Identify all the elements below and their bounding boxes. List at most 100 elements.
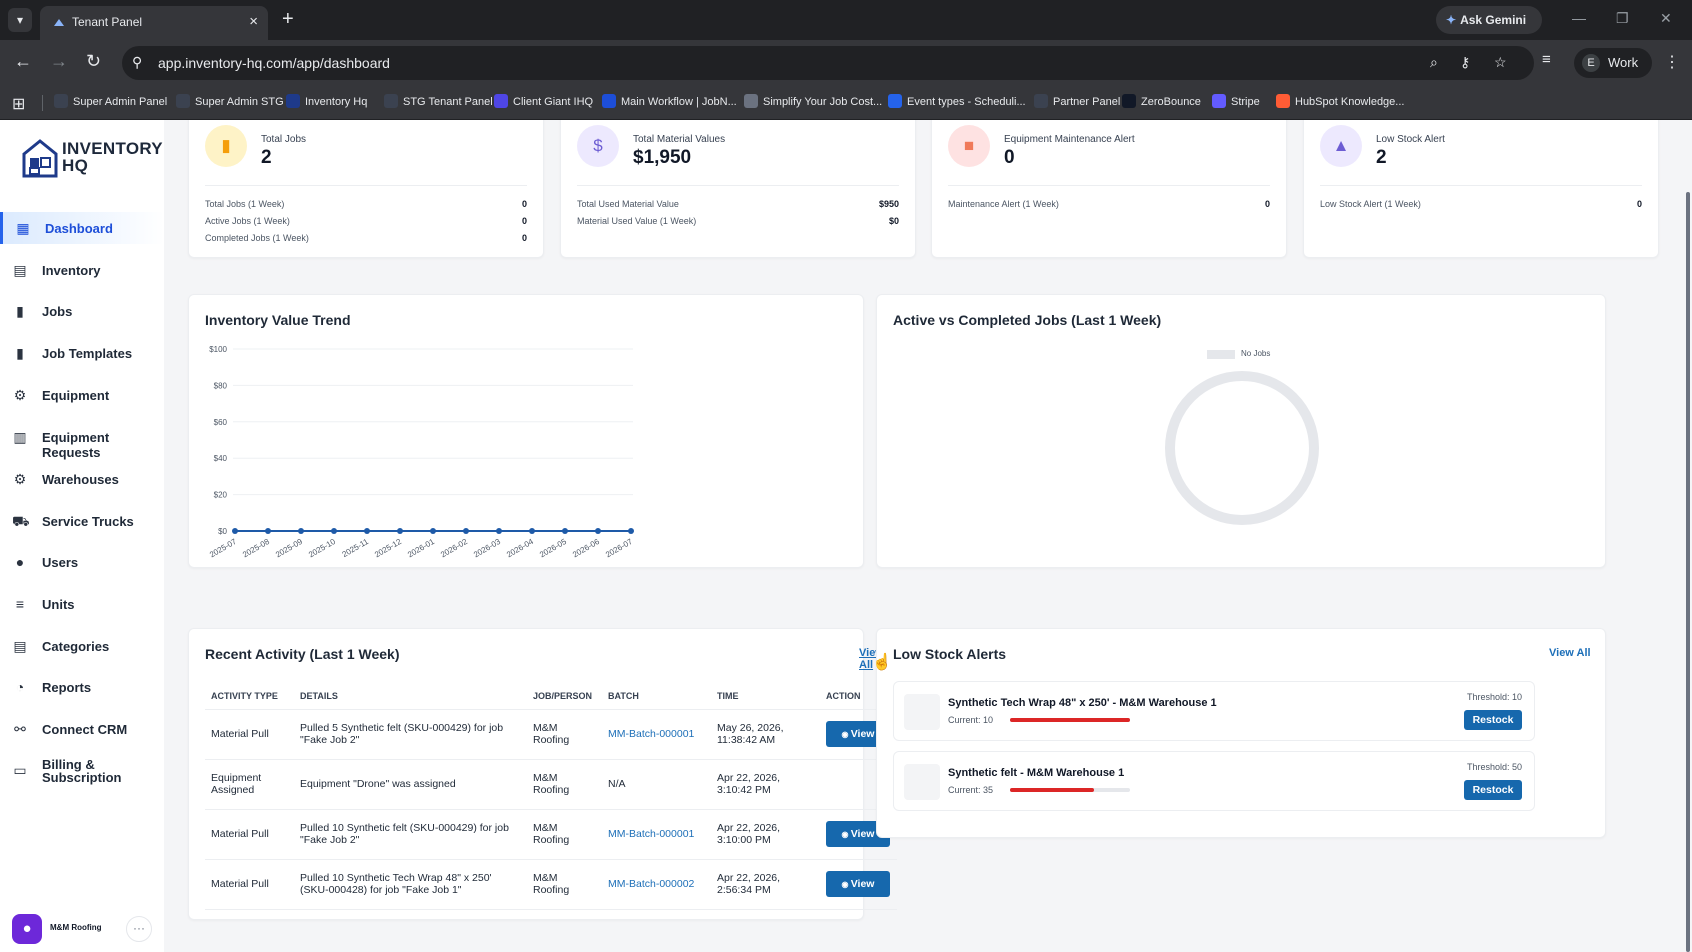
browser-tab-active[interactable]: Tenant Panel ×	[40, 6, 268, 40]
trend-point[interactable]	[298, 528, 304, 534]
trend-point[interactable]	[397, 528, 403, 534]
bookmark-favicon-icon	[1034, 94, 1048, 108]
trend-point[interactable]	[265, 528, 271, 534]
trend-point[interactable]	[232, 528, 238, 534]
bookmark-favicon-icon	[602, 94, 616, 108]
reading-list-icon[interactable]: ≡	[1542, 51, 1551, 68]
sidebar-item-warehouses[interactable]: ⚙ Warehouses	[0, 463, 164, 495]
bookmark-item[interactable]: Main Workflow | JobN...	[602, 94, 737, 108]
trend-point[interactable]	[529, 528, 535, 534]
warning-icon: ▲	[1320, 125, 1362, 167]
sidebar-item-label: Equipment Requests	[42, 430, 110, 460]
dollar-icon: $	[577, 125, 619, 167]
column-header: JOB/PERSON	[527, 683, 602, 710]
sidebar-item-job-templates[interactable]: ▮ Job Templates	[0, 337, 164, 369]
sidebar-item-jobs[interactable]: ▮ Jobs	[0, 295, 164, 327]
bookmark-star-icon[interactable]: ☆	[1494, 54, 1507, 71]
restore-icon[interactable]: ❐	[1616, 10, 1629, 27]
activity-title: Recent Activity (Last 1 Week)	[205, 646, 400, 662]
trend-point[interactable]	[364, 528, 370, 534]
bookmark-item[interactable]: Inventory Hq	[286, 94, 367, 108]
reload-icon[interactable]: ↻	[86, 51, 101, 72]
page-scrollbar[interactable]	[1686, 192, 1690, 952]
user-more-button[interactable]: ···	[126, 916, 152, 942]
stat-divider	[205, 185, 527, 186]
password-key-icon[interactable]: ⚷	[1460, 54, 1470, 71]
trend-point[interactable]	[628, 528, 634, 534]
bookmark-item[interactable]: HubSpot Knowledge...	[1276, 94, 1404, 108]
tab-search-button[interactable]: ▾	[8, 8, 32, 32]
view-button[interactable]: ◉ View	[826, 871, 890, 897]
sidebar-item-categories[interactable]: ▤ Categories	[0, 630, 164, 662]
stat-value: 0	[1004, 147, 1015, 168]
sidebar-item-connect-crm[interactable]: ⚯ Connect CRM	[0, 713, 164, 745]
profile-name: Work	[1608, 55, 1639, 70]
stat-card: $ Total Material Values $1,950 Total Used M…	[560, 120, 916, 258]
batch-cell[interactable]: MM-Batch-000001	[602, 809, 711, 860]
trend-point[interactable]	[595, 528, 601, 534]
low-stock-view-all-link[interactable]: View All	[1549, 647, 1591, 659]
batch-cell[interactable]: MM-Batch-000001	[602, 709, 711, 760]
crm-icon: ⚯	[14, 721, 26, 737]
tab-close-icon[interactable]: ×	[249, 13, 258, 30]
address-bar[interactable]: ⚲ app.inventory-hq.com/app/dashboard ⌕ ⚷…	[122, 46, 1534, 80]
browser-menu-icon[interactable]: ⋮	[1664, 52, 1680, 72]
trend-point[interactable]	[562, 528, 568, 534]
restock-button[interactable]: Restock	[1464, 710, 1522, 730]
recent-activity-card: Recent Activity (Last 1 Week) View All A…	[188, 628, 897, 920]
sidebar-item-units[interactable]: ≡ Units	[0, 588, 164, 620]
product-thumbnail	[904, 764, 940, 800]
trend-point[interactable]	[463, 528, 469, 534]
bookmark-item[interactable]: Super Admin Panel	[54, 94, 167, 108]
sidebar-item-equipment[interactable]: ⚙ Equipment	[0, 379, 164, 411]
x-tick-label: 2026-04	[505, 537, 535, 560]
sidebar-item-label: Dashboard	[45, 221, 113, 236]
site-info-icon[interactable]: ⚲	[132, 54, 142, 71]
sidebar-item-inventory[interactable]: ▤ Inventory	[0, 254, 164, 286]
bookmark-item[interactable]: ZeroBounce	[1122, 94, 1201, 108]
table-row: Equipment Assigned Equipment "Drone" was …	[205, 759, 897, 810]
minimize-icon[interactable]: —	[1572, 10, 1586, 26]
profile-button[interactable]: E Work	[1574, 48, 1652, 78]
batch-cell[interactable]: MM-Batch-000002	[602, 859, 711, 910]
stat-value: 2	[261, 147, 272, 168]
forward-icon[interactable]: →	[50, 51, 68, 72]
sidebar-item-reports[interactable]: ◔ Reports	[0, 671, 164, 703]
restock-button[interactable]: Restock	[1464, 780, 1522, 800]
low-stock-current: Current: 10	[948, 715, 994, 725]
back-icon[interactable]: ←	[14, 51, 32, 72]
x-tick-label: 2025-12	[373, 537, 403, 560]
trend-point[interactable]	[331, 528, 337, 534]
donut-ring[interactable]	[1165, 371, 1319, 525]
x-tick-label: 2026-05	[538, 537, 568, 560]
close-window-icon[interactable]: ✕	[1660, 10, 1672, 27]
sidebar-item-billing-subscription[interactable]: ▭ Billing & Subscription	[0, 754, 164, 794]
sidebar-item-users[interactable]: ● Users	[0, 546, 164, 578]
apps-grid-icon[interactable]: ⊞	[12, 94, 25, 114]
url-text[interactable]: app.inventory-hq.com/app/dashboard	[158, 55, 390, 71]
bookmark-item[interactable]: Client Giant IHQ	[494, 94, 593, 108]
pie-legend-label[interactable]: No Jobs	[1241, 349, 1270, 358]
sidebar-item-service-trucks[interactable]: ⛟ Service Trucks	[0, 505, 164, 537]
new-tab-icon[interactable]: +	[282, 8, 294, 30]
bookmark-item[interactable]: STG Tenant Panel	[384, 94, 493, 108]
table-row: Material Pull Pulled 5 Synthetic felt (SK…	[205, 709, 897, 760]
bookmark-item[interactable]: Super Admin STG	[176, 94, 284, 108]
batch-cell: N/A	[602, 759, 711, 810]
ask-gemini-button[interactable]: ✦ Ask Gemini	[1436, 6, 1542, 34]
bookmark-item[interactable]: Event types - Scheduli...	[888, 94, 1026, 108]
x-tick-label: 2025-11	[341, 537, 371, 559]
user-profile[interactable]: ● M&M Roofing ···	[12, 912, 152, 946]
zoom-icon[interactable]: ⌕	[1430, 54, 1438, 71]
bookmark-item[interactable]: Partner Panel	[1034, 94, 1120, 108]
bookmark-item[interactable]: Simplify Your Job Cost...	[744, 94, 882, 108]
sidebar-item-dashboard[interactable]: ▦ Dashboard	[0, 212, 164, 244]
trend-point[interactable]	[496, 528, 502, 534]
trend-point[interactable]	[430, 528, 436, 534]
bookmark-item[interactable]: Stripe	[1212, 94, 1260, 108]
inventory-hq-logo[interactable]: INVENTORY HQ	[22, 138, 163, 182]
sidebar-item-label: Categories	[42, 639, 110, 654]
sidebar-item-equipment-requests[interactable]: ▥ Equipment Requests	[0, 421, 164, 460]
stat-title: Total Material Values	[633, 134, 726, 145]
action-cell: ◉ View	[820, 859, 897, 910]
